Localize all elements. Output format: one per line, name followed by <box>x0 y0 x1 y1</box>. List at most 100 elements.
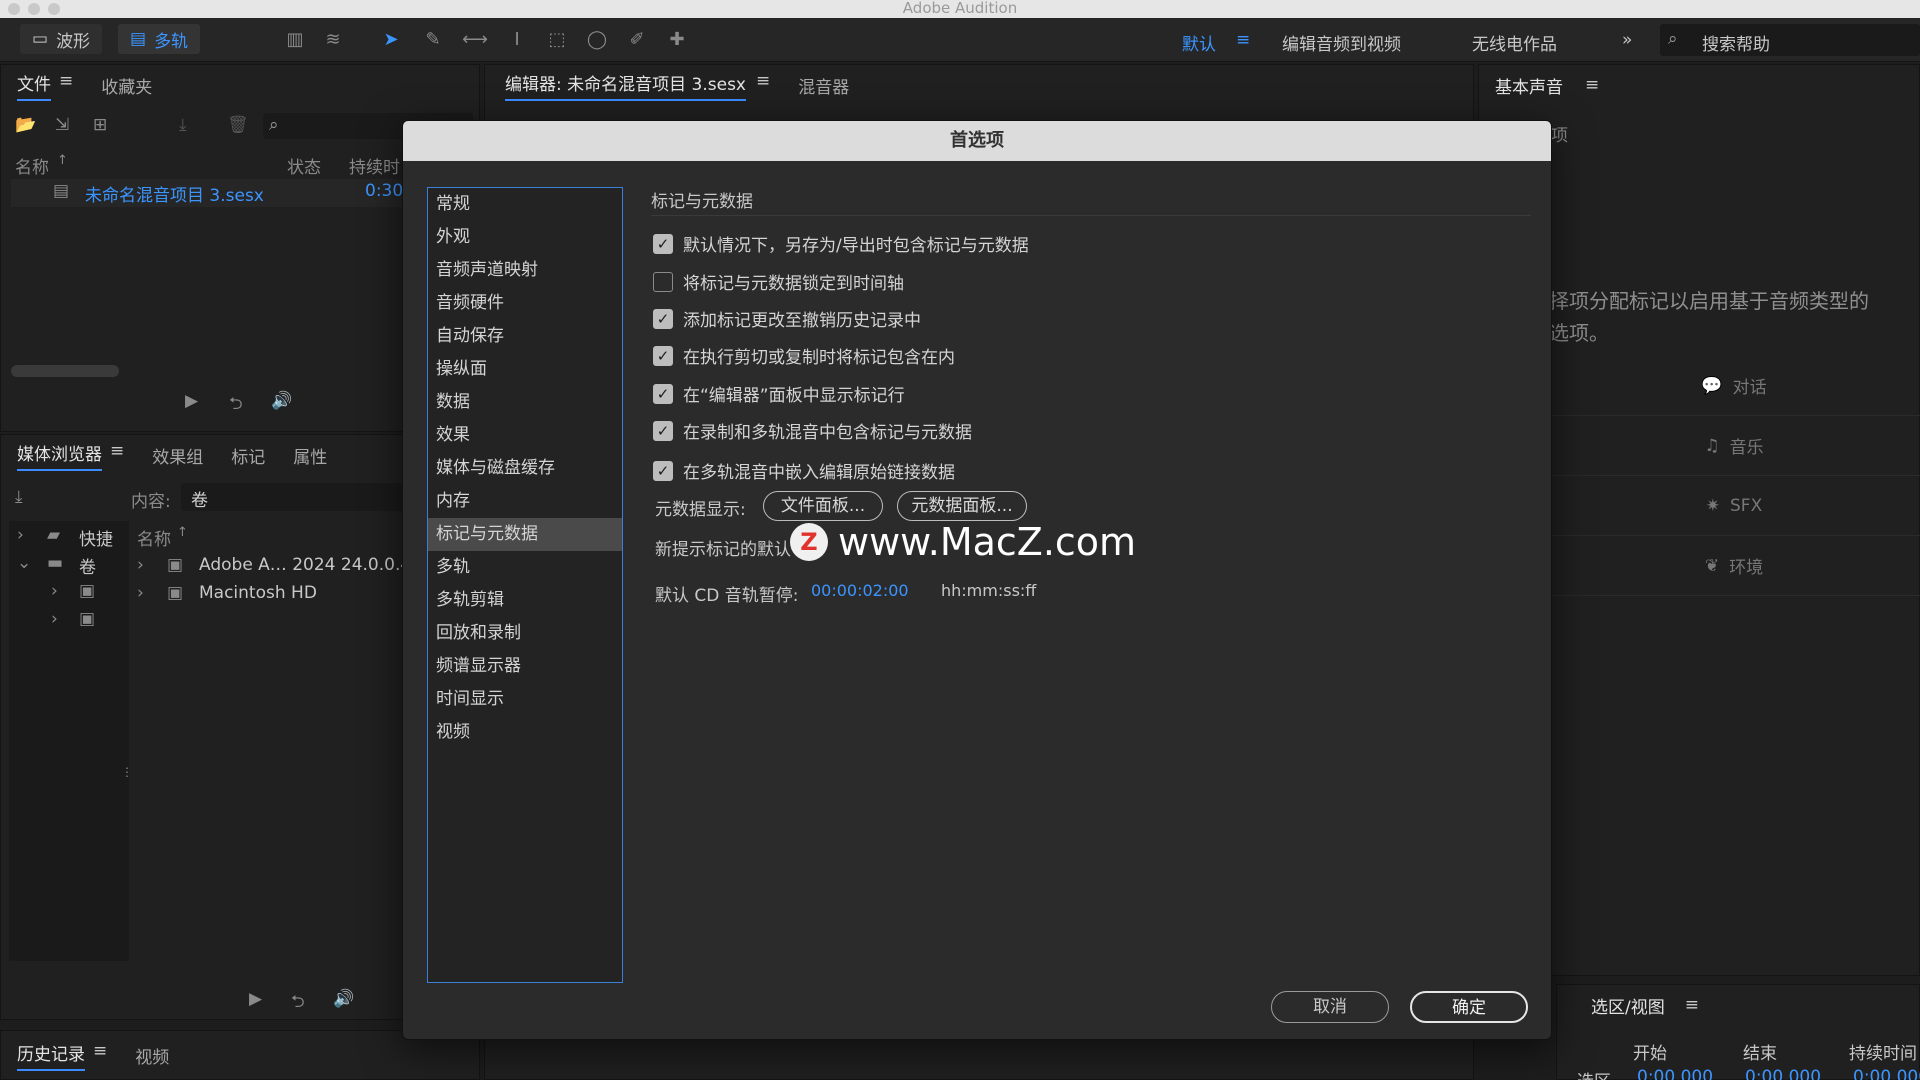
download-icon[interactable]: ⤓ <box>15 487 23 507</box>
history-panel-menu-icon[interactable]: ≡ <box>93 1041 107 1061</box>
type-music-button[interactable]: ♫ 音乐 <box>1548 416 1920 476</box>
checkbox-checked[interactable]: ✓ <box>653 233 673 254</box>
selection-start[interactable]: 0:00.000 <box>1637 1067 1713 1080</box>
type-dialogue-button[interactable]: 💬 对话 <box>1548 356 1920 416</box>
razor-tool-icon[interactable]: ✎ <box>420 28 446 52</box>
essential-sound-menu-icon[interactable]: ≡ <box>1585 75 1599 95</box>
category-item[interactable]: 频谱显示器 <box>428 650 622 683</box>
category-item[interactable]: 多轨剪辑 <box>428 584 622 617</box>
chevron-right-icon[interactable]: › <box>51 581 58 601</box>
workspace-menu-icon[interactable]: ≡ <box>1236 30 1250 50</box>
pitch-display-icon[interactable]: ≋ <box>320 28 346 52</box>
chevron-right-icon[interactable]: › <box>17 525 24 545</box>
insert-icon[interactable]: ⤓ <box>179 115 187 135</box>
category-item[interactable]: 外观 <box>428 221 622 254</box>
chevron-right-icon[interactable]: › <box>51 609 58 629</box>
category-item[interactable]: 音频声道映射 <box>428 254 622 287</box>
category-item[interactable]: 时间显示 <box>428 683 622 716</box>
workspace-edit-to-video[interactable]: 编辑音频到视频 <box>1282 30 1401 55</box>
lasso-tool-icon[interactable]: ◯ <box>584 28 610 52</box>
category-item[interactable]: 音频硬件 <box>428 287 622 320</box>
tab-media-browser[interactable]: 媒体浏览器 <box>17 440 102 471</box>
workspace-radio[interactable]: 无线电作品 <box>1472 30 1557 55</box>
checkbox-checked[interactable]: ✓ <box>653 308 673 329</box>
marquee-tool-icon[interactable]: ⬚ <box>544 28 570 52</box>
category-item[interactable]: 操纵面 <box>428 353 622 386</box>
tab-properties[interactable]: 属性 <box>293 443 327 468</box>
column-status[interactable]: 状态 <box>287 153 321 178</box>
checkbox-checked[interactable]: ✓ <box>653 460 673 481</box>
cd-pause-value[interactable]: 00:00:02:00 <box>811 581 909 600</box>
autoplay-volume-icon[interactable]: 🔊 <box>333 989 354 1009</box>
category-item[interactable]: 常规 <box>428 188 622 221</box>
option-include-markers-recording[interactable]: ✓ 在录制和多轨混音中包含标记与元数据 <box>653 418 972 443</box>
category-item-selected[interactable]: 标记与元数据 <box>428 518 622 551</box>
tab-files[interactable]: 文件 <box>17 70 51 101</box>
option-show-marker-row[interactable]: ✓ 在“编辑器”面板中显示标记行 <box>653 381 905 406</box>
move-tool-icon[interactable]: ➤ <box>378 28 404 52</box>
tree-volumes[interactable]: 卷 <box>79 553 96 578</box>
checkbox-checked[interactable]: ✓ <box>653 383 673 404</box>
category-item[interactable]: 多轨 <box>428 551 622 584</box>
tab-effects-rack[interactable]: 效果组 <box>152 443 203 468</box>
selection-menu-icon[interactable]: ≡ <box>1685 995 1699 1015</box>
option-markers-undo-history[interactable]: ✓ 添加标记更改至撤销历史记录中 <box>653 306 921 331</box>
file-panel-button[interactable]: 文件面板... <box>763 491 883 521</box>
tab-history[interactable]: 历史记录 <box>17 1040 85 1071</box>
option-lock-markers-timeline[interactable]: 将标记与元数据锁定到时间轴 <box>653 269 904 294</box>
category-item[interactable]: 视频 <box>428 716 622 749</box>
spectral-display-icon[interactable]: ▥ <box>282 28 308 52</box>
play-icon[interactable]: ▶ <box>249 989 262 1009</box>
option-embed-edit-original-link[interactable]: ✓ 在多轨混音中嵌入编辑原始链接数据 <box>653 458 955 483</box>
files-panel-menu-icon[interactable]: ≡ <box>59 71 73 91</box>
category-item[interactable]: 回放和录制 <box>428 617 622 650</box>
option-include-markers-cut-copy[interactable]: ✓ 在执行剪切或复制时将标记包含在内 <box>653 343 955 368</box>
selection-end[interactable]: 0:00.000 <box>1745 1067 1821 1080</box>
help-search-field[interactable]: ⌕ 搜索帮助 <box>1660 24 1920 56</box>
option-include-markers-export[interactable]: ✓ 默认情况下，另存为/导出时包含标记与元数据 <box>653 231 1029 256</box>
cancel-button[interactable]: 取消 <box>1271 991 1389 1023</box>
loop-icon[interactable]: ⮌ <box>229 391 243 420</box>
type-ambience-button[interactable]: ❦ 环境 <box>1548 536 1920 596</box>
checkbox-unchecked[interactable] <box>653 271 673 292</box>
category-item[interactable]: 内存 <box>428 485 622 518</box>
play-icon[interactable]: ▶ <box>185 391 198 411</box>
new-file-icon[interactable]: ⊞ <box>93 115 107 135</box>
import-file-icon[interactable]: ⇲ <box>55 115 69 135</box>
checkbox-checked[interactable]: ✓ <box>653 420 673 441</box>
tab-video[interactable]: 视频 <box>135 1043 169 1068</box>
time-selection-tool-icon[interactable]: Ι <box>504 28 530 52</box>
horizontal-scrollbar[interactable] <box>11 365 119 377</box>
type-sfx-button[interactable]: ✷ SFX <box>1548 476 1920 536</box>
editor-panel-menu-icon[interactable]: ≡ <box>756 71 770 91</box>
splitter-handle[interactable]: ⋮ <box>121 765 133 779</box>
tab-mixer[interactable]: 混音器 <box>798 73 849 98</box>
multitrack-mode-button[interactable]: ▤ 多轨 <box>118 24 201 54</box>
more-workspaces-icon[interactable]: » <box>1622 30 1632 50</box>
tab-favorites[interactable]: 收藏夹 <box>101 73 152 98</box>
column-name[interactable]: 名称 <box>137 525 171 550</box>
category-item[interactable]: 数据 <box>428 386 622 419</box>
category-item[interactable]: 媒体与磁盘缓存 <box>428 452 622 485</box>
slip-tool-icon[interactable]: ⟷ <box>462 28 488 52</box>
checkbox-checked[interactable]: ✓ <box>653 345 673 366</box>
tab-markers[interactable]: 标记 <box>231 443 265 468</box>
media-panel-menu-icon[interactable]: ≡ <box>110 441 124 461</box>
delete-icon[interactable]: 🗑 <box>227 115 249 135</box>
workspace-default[interactable]: 默认 <box>1182 30 1216 55</box>
spot-healing-tool-icon[interactable]: ✚ <box>664 28 690 52</box>
autoplay-volume-icon[interactable]: 🔊 <box>271 391 292 411</box>
category-item[interactable]: 自动保存 <box>428 320 622 353</box>
category-item[interactable]: 效果 <box>428 419 622 452</box>
column-duration[interactable]: 持续时 <box>349 153 400 178</box>
waveform-mode-button[interactable]: ▭ 波形 <box>20 24 103 54</box>
column-name[interactable]: 名称 <box>15 153 49 178</box>
selection-duration[interactable]: 0:00.000 <box>1853 1067 1920 1080</box>
ok-button[interactable]: 确定 <box>1410 991 1528 1023</box>
tree-shortcut[interactable]: 快捷 <box>79 525 113 550</box>
loop-icon[interactable]: ⮌ <box>291 989 305 1018</box>
metadata-panel-button[interactable]: 元数据面板... <box>897 491 1027 521</box>
open-file-icon[interactable]: 📂 <box>15 115 36 135</box>
tab-editor[interactable]: 编辑器: 未命名混音项目 3.sesx <box>505 70 746 101</box>
brush-tool-icon[interactable]: ✐ <box>624 28 650 52</box>
